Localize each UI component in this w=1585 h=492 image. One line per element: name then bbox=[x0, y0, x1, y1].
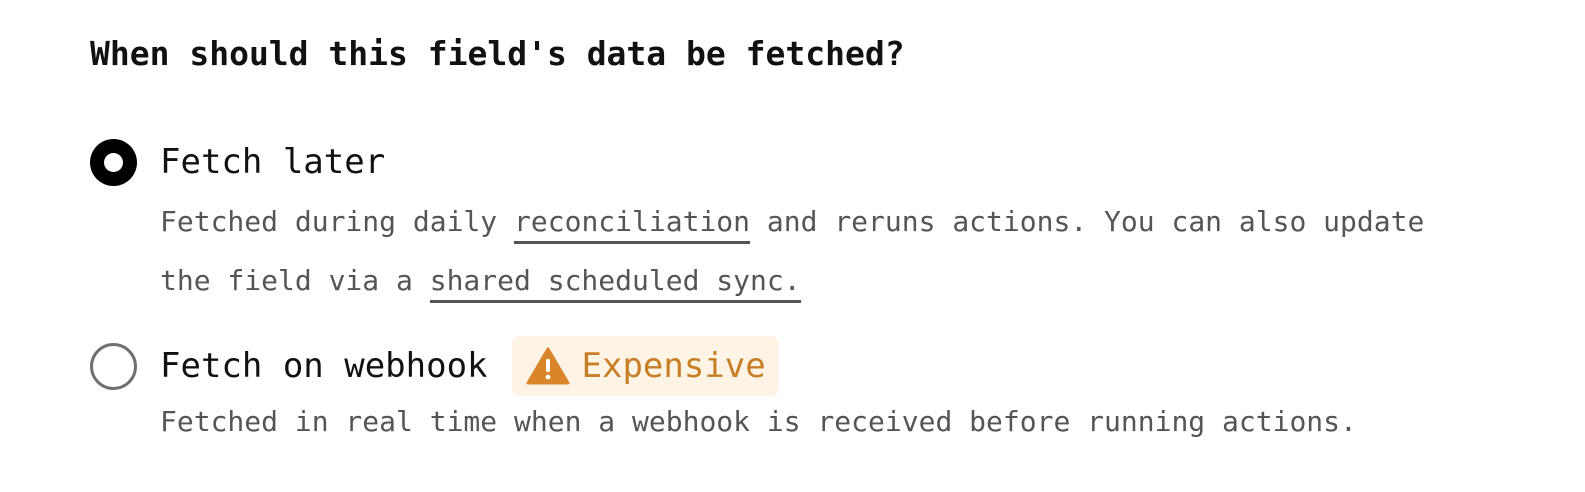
option-label-fetch-on-webhook[interactable]: Fetch on webhook bbox=[160, 340, 488, 392]
radio-fetch-on-webhook[interactable] bbox=[90, 343, 137, 390]
badge-label: Expensive bbox=[581, 346, 766, 386]
question-heading: When should this field's data be fetched… bbox=[90, 34, 905, 73]
option-fetch-on-webhook[interactable]: Fetch on webhook Expensive Fetched in re… bbox=[90, 336, 1570, 451]
radio-fetch-later[interactable] bbox=[90, 139, 137, 186]
option-description-fetch-on-webhook: Fetched in real time when a webhook is r… bbox=[160, 405, 1357, 438]
option-description-fetch-later: Fetched during daily reconciliation and … bbox=[160, 192, 1570, 310]
expensive-badge: Expensive bbox=[511, 336, 779, 396]
reconciliation-link[interactable]: reconciliation bbox=[514, 205, 751, 244]
shared-scheduled-sync-link[interactable]: shared scheduled sync. bbox=[429, 264, 801, 303]
warning-icon bbox=[526, 347, 570, 385]
option-fetch-later[interactable]: Fetch later Fetched during daily reconci… bbox=[90, 136, 1570, 310]
fetch-timing-form: When should this field's data be fetched… bbox=[90, 30, 1570, 451]
option-label-fetch-later[interactable]: Fetch later bbox=[160, 136, 385, 188]
